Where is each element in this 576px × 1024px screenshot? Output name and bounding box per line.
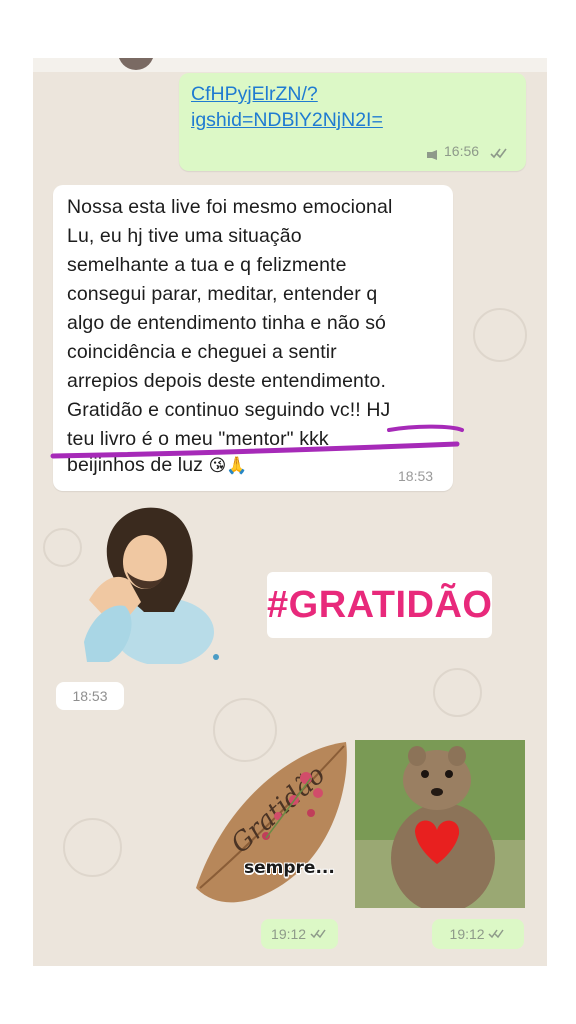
message-line: Nossa esta live foi mesmo emocional	[67, 196, 393, 218]
message-line: semelhante a tua e q felizmente	[67, 254, 347, 276]
double-check-icon	[489, 146, 509, 164]
top-bar	[33, 58, 547, 72]
purple-underline-mark	[50, 424, 464, 459]
message-line: arrepios depois deste entendimento.	[67, 370, 386, 392]
double-check-icon	[488, 926, 506, 942]
outgoing-link-message[interactable]: CfHPyjElrZN/? igshid=NDBlY2NjN2I= 16:56	[179, 73, 526, 171]
message-line: algo de entendimento tinha e não só	[67, 312, 386, 334]
message-time: 16:56	[444, 143, 480, 159]
background-doodle	[63, 818, 122, 877]
message-line: coincidência e cheguei a sentir	[67, 341, 337, 363]
message-time: 18:53	[398, 468, 434, 484]
background-doodle	[473, 308, 527, 362]
background-doodle	[43, 528, 82, 567]
background-doodle	[433, 668, 482, 717]
chat-area: CfHPyjElrZN/? igshid=NDBlY2NjN2I= 16:56 …	[33, 58, 547, 966]
image-time-right: 19:12	[432, 919, 524, 949]
gratidao-leaf-sticker[interactable]: Gratidão sempre...	[186, 738, 356, 913]
message-line: consegui parar, meditar, entender q	[67, 283, 378, 305]
time-text: 19:12	[271, 926, 307, 942]
link-line-2[interactable]: igshid=NDBlY2NjN2I=	[191, 108, 383, 133]
quokka-heart-image[interactable]	[355, 740, 525, 908]
sempre-label: sempre...	[244, 858, 335, 878]
link-line-1[interactable]: CfHPyjElrZN/?	[191, 82, 318, 107]
image-time-left: 19:12	[261, 919, 338, 949]
sticker-time: 18:53	[56, 682, 124, 710]
praying-jesus-sticker[interactable]	[79, 502, 219, 666]
gratidao-hashtag[interactable]: #GRATIDÃO	[267, 572, 492, 638]
time-text: 19:12	[449, 926, 485, 942]
double-check-icon	[310, 926, 328, 942]
message-line: Lu, eu hj tive uma situação	[67, 225, 302, 247]
microphone-icon	[426, 147, 440, 160]
